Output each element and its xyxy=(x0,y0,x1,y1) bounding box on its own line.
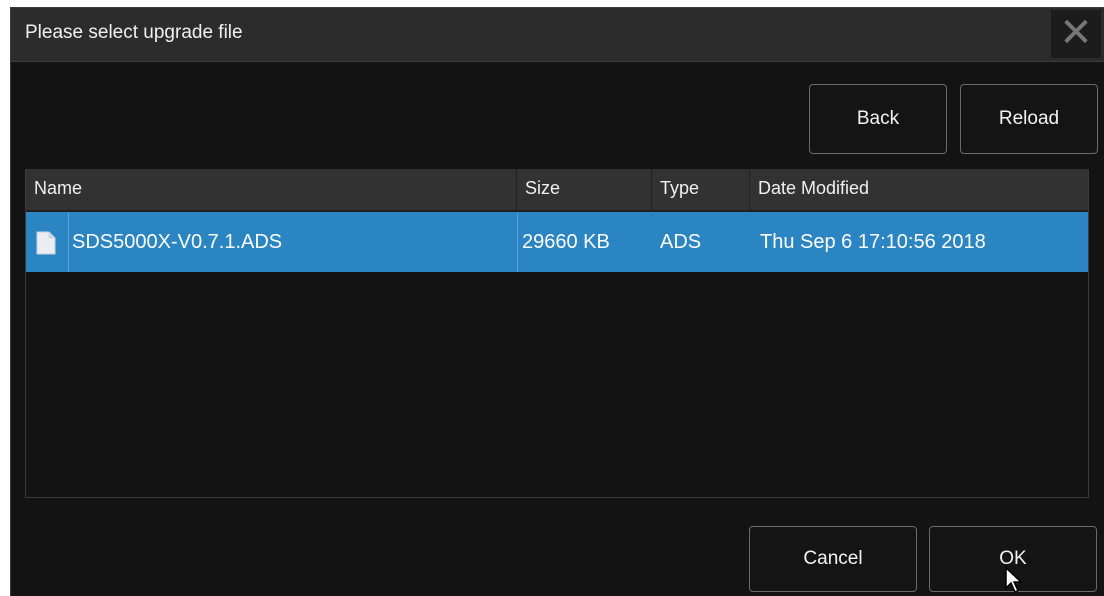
file-type: ADS xyxy=(660,231,702,253)
column-header-type[interactable]: Type xyxy=(652,169,750,210)
file-name: SDS5000X-V0.7.1.ADS xyxy=(68,212,517,272)
row-icon-cell xyxy=(26,212,68,272)
file-icon xyxy=(36,231,56,255)
back-button[interactable]: Back xyxy=(809,84,947,154)
column-header-size[interactable]: Size xyxy=(517,169,652,210)
dialog-titlebar: Please select upgrade file ✕ xyxy=(11,8,1104,62)
close-button[interactable]: ✕ xyxy=(1051,10,1101,58)
file-size: 29660 KB xyxy=(517,212,652,272)
column-header-date-modified[interactable]: Date Modified xyxy=(750,169,1088,210)
upgrade-file-dialog: Please select upgrade file ✕ Back Reload… xyxy=(10,7,1104,596)
file-date-modified: Thu Sep 6 17:10:56 2018 xyxy=(760,231,986,253)
table-row[interactable]: SDS5000X-V0.7.1.ADS 29660 KB ADS Thu Sep… xyxy=(26,212,1088,272)
dialog-title: Please select upgrade file xyxy=(25,22,243,43)
cancel-button[interactable]: Cancel xyxy=(749,526,917,592)
close-icon: ✕ xyxy=(1059,11,1093,55)
column-header-name[interactable]: Name xyxy=(26,169,517,210)
ok-button[interactable]: OK xyxy=(929,526,1097,592)
file-table[interactable]: Name Size Type Date Modified SDS5000X-V0… xyxy=(25,169,1089,498)
reload-button[interactable]: Reload xyxy=(960,84,1098,154)
table-header: Name Size Type Date Modified xyxy=(26,169,1088,212)
